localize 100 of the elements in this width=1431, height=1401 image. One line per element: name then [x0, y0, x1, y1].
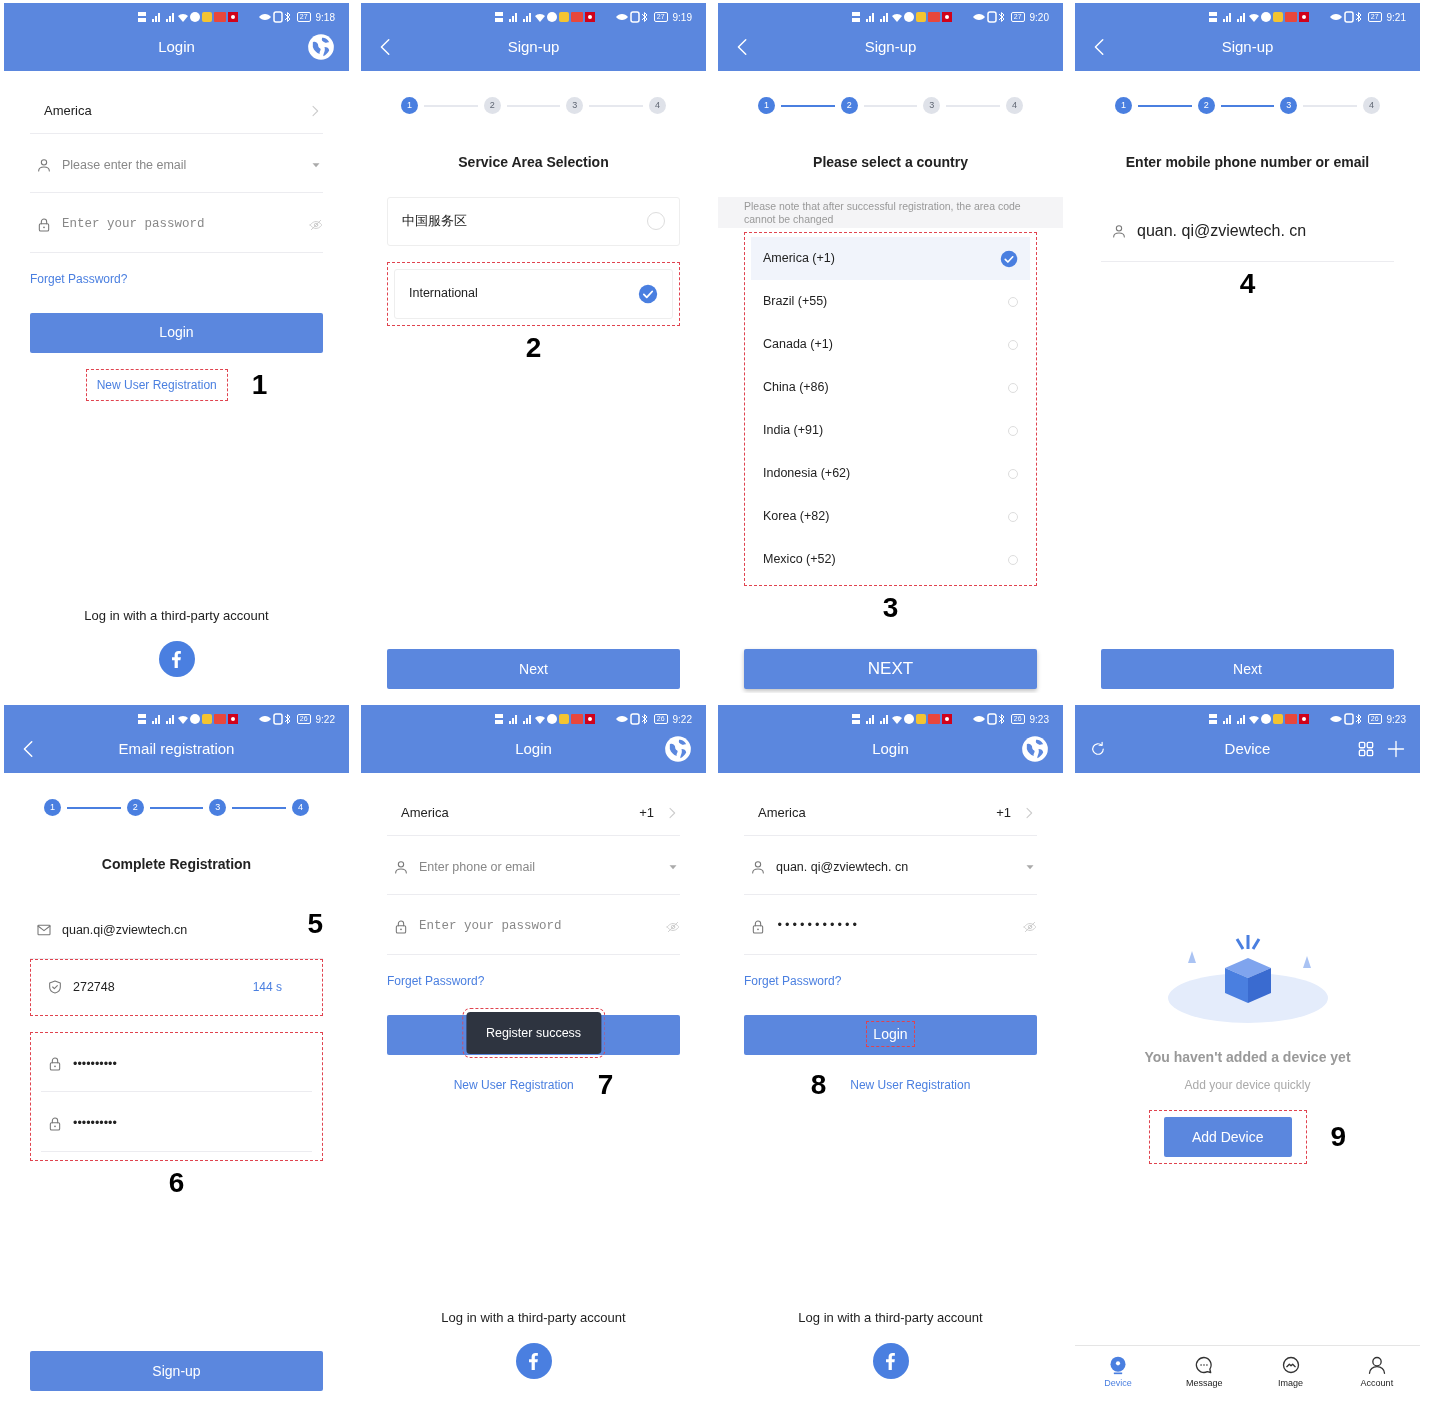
step-number-label: 7 — [597, 1070, 614, 1099]
country-option[interactable]: America (+1) — [751, 237, 1030, 281]
region-label[interactable]: America — [758, 803, 987, 823]
dial-code: +1 — [996, 804, 1011, 822]
status-icons-drawing — [971, 11, 1006, 23]
primary-button[interactable]: Sign-up — [30, 1351, 323, 1391]
forgot-password-link[interactable]: Forget Password? — [387, 974, 485, 988]
image-icon — [1280, 1354, 1301, 1375]
plus-icon[interactable] — [1386, 739, 1406, 759]
input-field[interactable]: quan. qi@zviewtech. cn — [776, 857, 1013, 877]
option-label: 中国服务区 — [402, 213, 467, 230]
country-option[interactable]: Korea (+82) — [751, 495, 1030, 539]
primary-button[interactable]: Next — [387, 649, 680, 689]
radio-selected-icon[interactable] — [1000, 249, 1018, 268]
status-time: 9:21 — [1386, 10, 1406, 25]
status-icons-drawing — [257, 11, 292, 23]
screen-title: Sign-up — [863, 36, 918, 57]
user-icon — [36, 156, 52, 173]
tab-item[interactable]: Account — [1333, 1353, 1420, 1391]
facebook-icon — [529, 1352, 538, 1370]
section-heading: Complete Registration — [100, 855, 253, 874]
primary-button[interactable]: Add Device — [1163, 1117, 1292, 1157]
primary-button[interactable]: Login — [744, 1014, 1037, 1055]
facebook-icon — [886, 1352, 895, 1370]
lock-icon — [47, 1055, 63, 1072]
tab-item[interactable]: Image — [1247, 1353, 1334, 1391]
account-icon — [1366, 1354, 1387, 1375]
input-field[interactable]: Enter your password — [419, 917, 656, 936]
country-label: Brazil (+55) — [763, 293, 828, 311]
country-option[interactable]: Indonesia (+62) — [751, 452, 1030, 496]
step-indicator: 1 — [44, 799, 61, 816]
input-field[interactable]: •••••••••• — [73, 1054, 312, 1074]
note-text: Please note that after successful registration, the area code cannot be changed — [718, 197, 1063, 229]
step-indicator: 3 — [1280, 97, 1298, 114]
globe-icon[interactable] — [1021, 735, 1049, 763]
primary-button[interactable]: NEXT — [744, 649, 1037, 689]
third-party-login-label: Log in with a third-party account — [84, 606, 269, 625]
input-field[interactable]: Enter your password — [62, 215, 299, 234]
country-label: Canada (+1) — [763, 336, 833, 354]
option-card[interactable]: 中国服务区 — [387, 197, 680, 246]
registration-link[interactable]: New User Registration — [453, 1075, 574, 1094]
facebook-button[interactable] — [515, 1343, 552, 1379]
input-field[interactable]: •••••••••• — [73, 1114, 312, 1133]
status-time: 9:20 — [1029, 10, 1049, 25]
country-option[interactable]: India (+91) — [751, 409, 1030, 453]
step-number-label: 5 — [307, 910, 323, 939]
status-time: 9:18 — [315, 10, 335, 25]
country-option[interactable]: Canada (+1) — [751, 323, 1030, 367]
country-label: Korea (+82) — [763, 508, 830, 526]
eye-slash-icon — [1023, 919, 1037, 934]
registration-link[interactable]: New User Registration — [85, 368, 228, 401]
step-number-label: 8 — [810, 1070, 827, 1099]
tab-item[interactable]: Message — [1161, 1353, 1248, 1391]
third-party-login-label: Log in with a third-party account — [441, 1308, 626, 1327]
option-card[interactable]: International — [394, 268, 673, 319]
step-indicator: 2 — [126, 799, 144, 816]
globe-icon[interactable] — [307, 33, 335, 61]
radio-selected-icon[interactable] — [638, 283, 658, 304]
step-number-label: 1 — [251, 370, 268, 399]
screen-title: Login — [157, 36, 196, 57]
facebook-button[interactable] — [158, 641, 195, 677]
step-indicator: 1 — [1115, 97, 1132, 114]
third-party-login-label: Log in with a third-party account — [798, 1308, 983, 1327]
registration-link[interactable]: New User Registration — [850, 1075, 971, 1094]
forgot-password-link[interactable]: Forget Password? — [744, 974, 842, 988]
facebook-button[interactable] — [872, 1343, 909, 1379]
status-time: 9:22 — [315, 712, 335, 727]
primary-button[interactable]: Login — [30, 312, 323, 353]
shield-icon — [47, 979, 63, 996]
country-option[interactable]: Brazil (+55) — [751, 280, 1030, 324]
region-label[interactable]: America — [44, 101, 297, 121]
input-field[interactable]: quan.qi@zviewtech.cn — [62, 921, 298, 940]
grid-icon[interactable] — [1356, 739, 1376, 759]
primary-button[interactable]: Next — [1101, 649, 1394, 689]
step-indicator: 2 — [1197, 97, 1215, 114]
step-number-label: 4 — [1239, 270, 1256, 298]
user-icon — [393, 858, 409, 875]
step-indicator: 4 — [1006, 97, 1023, 114]
verification-code-field[interactable]: 272748 — [73, 977, 243, 997]
screen-title: Email registration — [117, 738, 236, 759]
input-field[interactable]: Please enter the email — [62, 155, 299, 175]
refresh-icon[interactable] — [1089, 740, 1107, 758]
tab-item[interactable]: Device — [1075, 1353, 1162, 1391]
countdown-timer: 144 s — [252, 979, 283, 997]
status-icons-drawing — [614, 713, 649, 725]
step-indicator: 4 — [1363, 97, 1380, 114]
forgot-password-link[interactable]: Forget Password? — [30, 272, 128, 286]
input-field[interactable]: ••••••••••• — [776, 917, 1013, 936]
input-field[interactable]: quan. qi@zviewtech. cn — [1137, 219, 1394, 243]
country-label: America (+1) — [763, 250, 835, 268]
country-option[interactable]: Mexico (+52) — [751, 538, 1030, 582]
section-heading: Enter mobile phone number or email — [1124, 153, 1371, 172]
eye-slash-icon — [309, 217, 323, 232]
region-label[interactable]: America — [401, 803, 630, 823]
globe-icon[interactable] — [664, 735, 692, 763]
input-field[interactable]: Enter phone or email — [419, 857, 656, 877]
option-label: International — [409, 285, 478, 303]
country-option[interactable]: China (+86) — [751, 366, 1030, 410]
step-number-label: 3 — [882, 594, 899, 623]
screen-title: Login — [514, 738, 553, 759]
